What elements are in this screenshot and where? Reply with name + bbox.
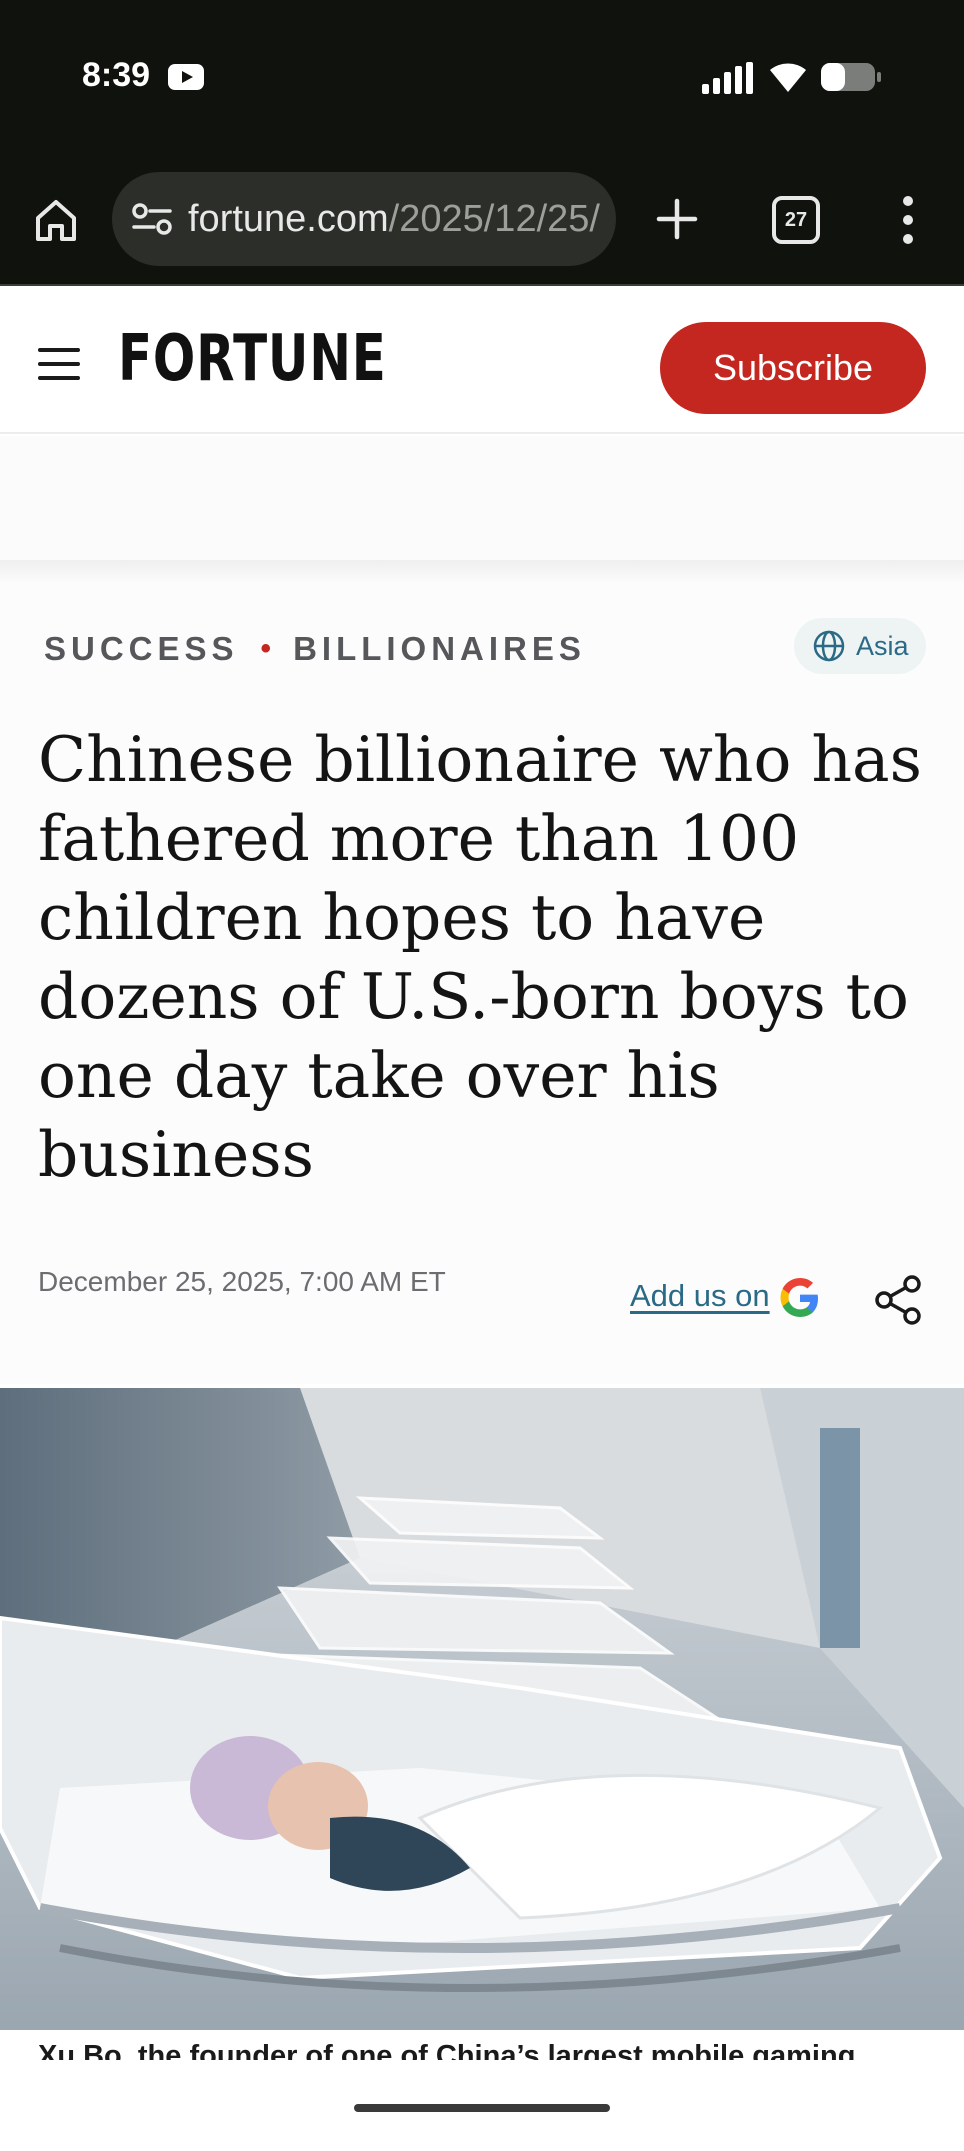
- url-path: /2025/12/25/: [388, 198, 600, 240]
- hamburger-menu-icon[interactable]: [38, 348, 80, 380]
- site-logo[interactable]: FORTUNE: [118, 322, 387, 396]
- subsection-link[interactable]: BILLIONAIRES: [293, 630, 586, 668]
- status-bar: 8:39: [0, 0, 964, 160]
- section-link[interactable]: SUCCESS: [44, 630, 239, 668]
- image-caption: Xu Bo, the founder of one of China’s lar…: [0, 2030, 964, 2151]
- youtube-icon: [168, 64, 204, 90]
- home-icon: [36, 200, 76, 241]
- url-text[interactable]: fortune.com/2025/12/25/: [188, 198, 600, 241]
- article-header: SUCCESS • BILLIONAIRES Asia Chinese bill…: [0, 584, 964, 1384]
- ad-divider: [0, 560, 964, 584]
- address-bar[interactable]: fortune.com/2025/12/25/: [112, 172, 616, 266]
- article-date: December 25, 2025, 7:00 AM ET: [38, 1266, 446, 1297]
- site-header: FORTUNE Subscribe: [0, 288, 964, 434]
- hero-image: [0, 1388, 964, 2030]
- breadcrumb-separator: •: [260, 632, 272, 665]
- home-button[interactable]: [28, 192, 84, 248]
- tab-switcher-button[interactable]: 27: [772, 196, 820, 244]
- home-indicator[interactable]: [354, 2104, 610, 2112]
- add-us-on-google-link[interactable]: Add us on: [630, 1278, 770, 1314]
- hero-image-illustration: [0, 1388, 964, 2030]
- browser-toolbar: fortune.com/2025/12/25/ 27: [0, 160, 964, 286]
- battery-icon: [821, 63, 881, 91]
- site-info-icon[interactable]: [132, 202, 172, 236]
- subscribe-button[interactable]: Subscribe: [660, 322, 926, 414]
- google-icon[interactable]: [778, 1276, 822, 1320]
- wifi-icon: [770, 63, 806, 92]
- status-time: 8:39: [82, 56, 151, 94]
- article-headline: Chinese billionaire who has fathered mor…: [38, 723, 922, 1191]
- region-label: Asia: [856, 630, 909, 661]
- url-domain: fortune.com: [188, 198, 389, 240]
- breadcrumb: SUCCESS • BILLIONAIRES: [44, 630, 586, 668]
- globe-icon: [813, 630, 845, 662]
- new-tab-button[interactable]: [652, 194, 702, 244]
- share-icon[interactable]: [872, 1274, 924, 1326]
- region-badge[interactable]: Asia: [794, 618, 926, 674]
- signal-icon: [702, 62, 753, 94]
- more-vert-icon[interactable]: [888, 194, 928, 246]
- ad-placeholder: [0, 436, 964, 562]
